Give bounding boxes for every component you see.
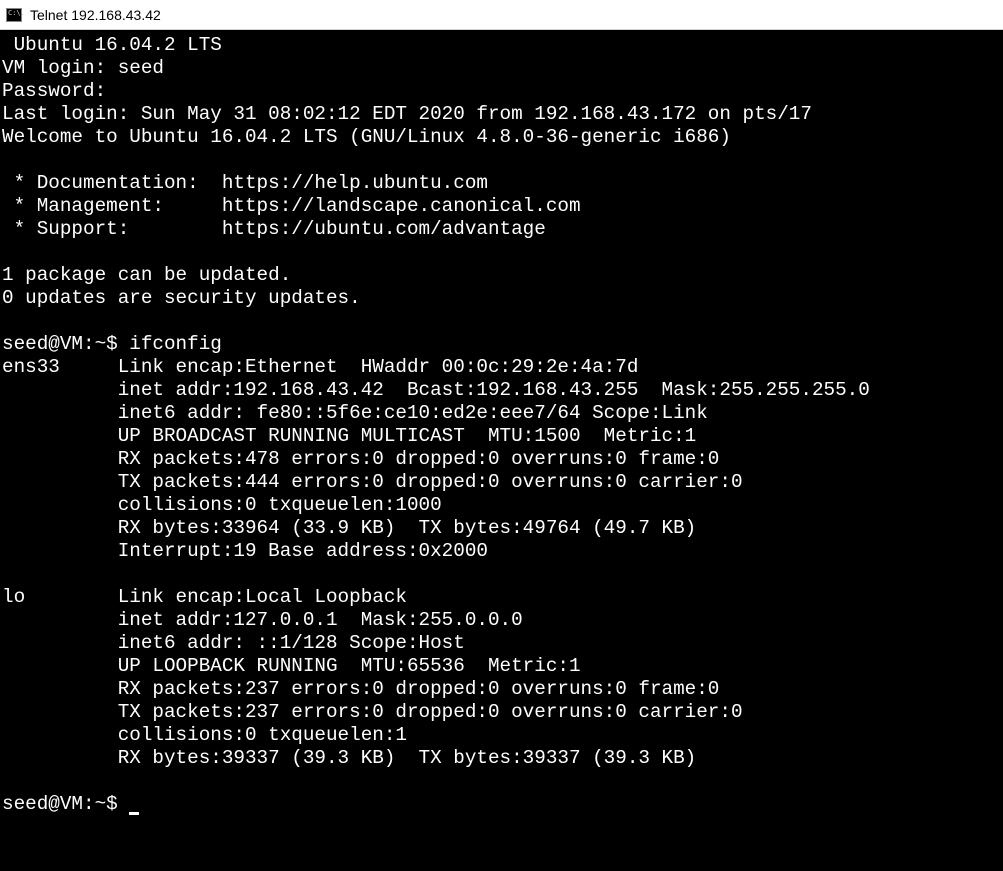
terminal-line: Password: — [2, 80, 106, 102]
terminal-line: UP BROADCAST RUNNING MULTICAST MTU:1500 … — [2, 425, 696, 447]
terminal-line: RX packets:237 errors:0 dropped:0 overru… — [2, 678, 719, 700]
terminal-line: RX bytes:39337 (39.3 KB) TX bytes:39337 … — [2, 747, 696, 769]
window-title: Telnet 192.168.43.42 — [30, 7, 161, 23]
terminal-line: collisions:0 txqueuelen:1 — [2, 724, 407, 746]
cmd-icon — [6, 8, 22, 22]
window-titlebar[interactable]: Telnet 192.168.43.42 — [0, 0, 1003, 30]
terminal-line: UP LOOPBACK RUNNING MTU:65536 Metric:1 — [2, 655, 581, 677]
terminal-prompt: seed@VM:~$ — [2, 793, 129, 815]
terminal-line: RX bytes:33964 (33.9 KB) TX bytes:49764 … — [2, 517, 696, 539]
terminal-line: VM login: seed — [2, 57, 164, 79]
terminal-line: seed@VM:~$ ifconfig — [2, 333, 222, 355]
terminal-line: collisions:0 txqueuelen:1000 — [2, 494, 442, 516]
terminal-line: lo Link encap:Local Loopback — [2, 586, 407, 608]
terminal-line: inet addr:127.0.0.1 Mask:255.0.0.0 — [2, 609, 523, 631]
terminal-line: TX packets:444 errors:0 dropped:0 overru… — [2, 471, 743, 493]
terminal-line: * Support: https://ubuntu.com/advantage — [2, 218, 546, 240]
terminal-line: 1 package can be updated. — [2, 264, 291, 286]
terminal-output[interactable]: Ubuntu 16.04.2 LTS VM login: seed Passwo… — [0, 30, 1003, 871]
cursor — [129, 812, 139, 815]
terminal-line: Last login: Sun May 31 08:02:12 EDT 2020… — [2, 103, 812, 125]
terminal-line: TX packets:237 errors:0 dropped:0 overru… — [2, 701, 743, 723]
terminal-line: ens33 Link encap:Ethernet HWaddr 00:0c:2… — [2, 356, 638, 378]
terminal-line: * Management: https://landscape.canonica… — [2, 195, 581, 217]
terminal-line: inet addr:192.168.43.42 Bcast:192.168.43… — [2, 379, 870, 401]
terminal-line: * Documentation: https://help.ubuntu.com — [2, 172, 488, 194]
terminal-line: 0 updates are security updates. — [2, 287, 361, 309]
terminal-line: inet6 addr: fe80::5f6e:ce10:ed2e:eee7/64… — [2, 402, 708, 424]
terminal-line: RX packets:478 errors:0 dropped:0 overru… — [2, 448, 719, 470]
terminal-line: Interrupt:19 Base address:0x2000 — [2, 540, 488, 562]
terminal-line: Welcome to Ubuntu 16.04.2 LTS (GNU/Linux… — [2, 126, 731, 148]
terminal-line: Ubuntu 16.04.2 LTS — [2, 34, 222, 56]
terminal-line: inet6 addr: ::1/128 Scope:Host — [2, 632, 465, 654]
